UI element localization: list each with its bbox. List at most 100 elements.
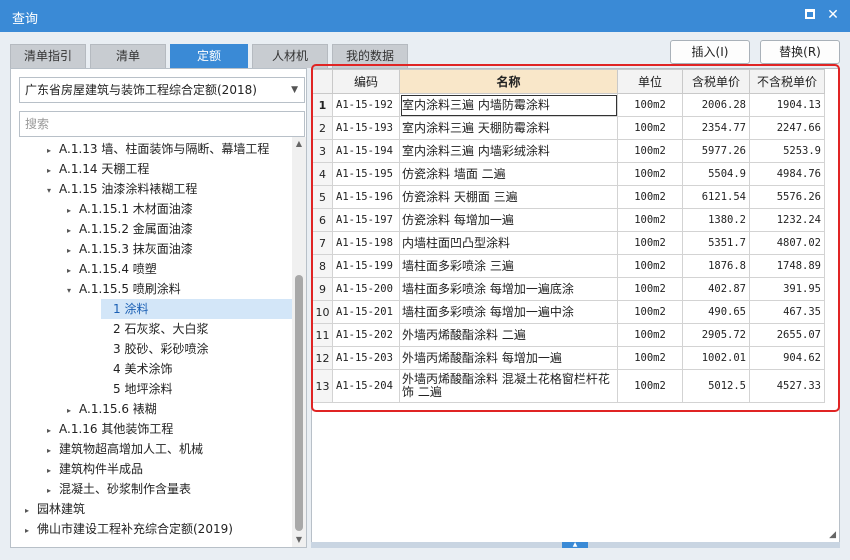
resize-grip-icon[interactable]: ◢ — [829, 530, 836, 540]
cell-unit[interactable]: 100m2 — [617, 323, 683, 347]
cell-tax-price[interactable]: 5012.5 — [682, 369, 750, 403]
cell-code[interactable]: A1-15-199 — [332, 254, 400, 278]
header-code[interactable]: 编码 — [332, 69, 400, 94]
cell-name[interactable]: 室内涂料三遍 内墙彩绒涂料 — [399, 139, 618, 163]
replace-button[interactable]: 替换(R) — [760, 40, 840, 64]
tree-node[interactable]: 3 胶砂、彩砂喷涂 — [113, 339, 208, 359]
tree-node[interactable]: ▸ A.1.15.2 金属面油漆 — [67, 219, 193, 239]
cell-notax-price[interactable]: 4807.02 — [749, 231, 825, 255]
cell-unit[interactable]: 100m2 — [617, 93, 683, 117]
table-row[interactable]: 6 A1-15-197 仿瓷涂料 每增加一遍 100m2 1380.2 1232.24 — [312, 208, 825, 232]
tree-node[interactable]: ▸ A.1.14 天棚工程 — [47, 159, 149, 179]
cell-notax-price[interactable]: 4527.33 — [749, 369, 825, 403]
tab-bill[interactable]: 清单 — [90, 44, 166, 68]
tab-bill-guide[interactable]: 清单指引 — [10, 44, 86, 68]
expand-toggle-icon[interactable]: ▸ — [47, 141, 59, 161]
cell-unit[interactable]: 100m2 — [617, 231, 683, 255]
tab-quota[interactable]: 定额 — [170, 44, 248, 68]
cell-name[interactable]: 外墙丙烯酸酯涂料 每增加一遍 — [399, 346, 618, 370]
cell-unit[interactable]: 100m2 — [617, 139, 683, 163]
panel-splitter[interactable]: ▲ — [311, 542, 840, 548]
table-row[interactable]: 4 A1-15-195 仿瓷涂料 墙面 二遍 100m2 5504.9 4984.76 — [312, 162, 825, 186]
expand-toggle-icon[interactable]: ▸ — [47, 161, 59, 181]
insert-button[interactable]: 插入(I) — [670, 40, 750, 64]
tree-node[interactable]: ▸ 佛山市建设工程补充综合定额(2019) — [25, 519, 233, 539]
expand-toggle-icon[interactable]: ▸ — [67, 221, 79, 241]
cell-unit[interactable]: 100m2 — [617, 277, 683, 301]
cell-notax-price[interactable]: 5253.9 — [749, 139, 825, 163]
tree-node[interactable]: ▸ 混凝土、砂浆制作含量表 — [47, 479, 191, 499]
tree-scrollbar[interactable]: ▲ ▼ — [292, 137, 306, 547]
cell-name[interactable]: 仿瓷涂料 每增加一遍 — [399, 208, 618, 232]
table-row[interactable]: 3 A1-15-194 室内涂料三遍 内墙彩绒涂料 100m2 5977.26 5253.… — [312, 139, 825, 163]
cell-code[interactable]: A1-15-194 — [332, 139, 400, 163]
table-row[interactable]: 2 A1-15-193 室内涂料三遍 天棚防霉涂料 100m2 2354.77 2247.… — [312, 116, 825, 140]
tree-node[interactable]: ▸ A.1.15.1 木材面油漆 — [67, 199, 193, 219]
table-row[interactable]: 7 A1-15-198 内墙柱面凹凸型涂料 100m2 5351.7 4807.02 — [312, 231, 825, 255]
cell-code[interactable]: A1-15-203 — [332, 346, 400, 370]
scrollbar-thumb[interactable] — [295, 275, 303, 531]
cell-notax-price[interactable]: 2247.66 — [749, 116, 825, 140]
tree-node[interactable]: ▸ A.1.15.4 喷塑 — [67, 259, 157, 279]
collapse-toggle-icon[interactable]: ▾ — [67, 281, 79, 301]
close-icon[interactable]: ✕ — [827, 8, 839, 22]
cell-tax-price[interactable]: 5504.9 — [682, 162, 750, 186]
cell-unit[interactable]: 100m2 — [617, 346, 683, 370]
cell-notax-price[interactable]: 5576.26 — [749, 185, 825, 209]
expand-toggle-icon[interactable]: ▸ — [47, 421, 59, 441]
cell-code[interactable]: A1-15-197 — [332, 208, 400, 232]
tree-node[interactable]: ▸ A.1.15.6 裱糊 — [67, 399, 157, 419]
cell-notax-price[interactable]: 4984.76 — [749, 162, 825, 186]
cell-tax-price[interactable]: 402.87 — [682, 277, 750, 301]
header-notax-price[interactable]: 不含税单价 — [749, 69, 825, 94]
tree-node[interactable]: ▸ 建筑构件半成品 — [47, 459, 143, 479]
cell-tax-price[interactable]: 5977.26 — [682, 139, 750, 163]
table-row[interactable]: 8 A1-15-199 墙柱面多彩喷涂 三遍 100m2 1876.8 1748.89 — [312, 254, 825, 278]
scroll-up-icon[interactable]: ▲ — [292, 137, 306, 151]
cell-notax-price[interactable]: 1748.89 — [749, 254, 825, 278]
cell-name[interactable]: 室内涂料三遍 天棚防霉涂料 — [399, 116, 618, 140]
cell-name[interactable]: 墙柱面多彩喷涂 每增加一遍中涂 — [399, 300, 618, 324]
cell-unit[interactable]: 100m2 — [617, 162, 683, 186]
chevron-up-icon[interactable]: ▲ — [562, 542, 588, 548]
expand-toggle-icon[interactable]: ▸ — [25, 501, 37, 521]
cell-code[interactable]: A1-15-192 — [332, 93, 400, 117]
expand-toggle-icon[interactable]: ▸ — [47, 441, 59, 461]
cell-unit[interactable]: 100m2 — [617, 254, 683, 278]
tree-node[interactable]: 4 美术涂饰 — [113, 359, 172, 379]
cell-notax-price[interactable]: 2655.07 — [749, 323, 825, 347]
tree-node[interactable]: 5 地坪涂料 — [113, 379, 172, 399]
cell-name[interactable]: 墙柱面多彩喷涂 三遍 — [399, 254, 618, 278]
search-input[interactable]: 搜索 — [19, 111, 305, 137]
table-row[interactable]: 5 A1-15-196 仿瓷涂料 天棚面 三遍 100m2 6121.54 5576.26 — [312, 185, 825, 209]
cell-name[interactable]: 仿瓷涂料 墙面 二遍 — [399, 162, 618, 186]
expand-toggle-icon[interactable]: ▸ — [67, 201, 79, 221]
tree-node[interactable]: ▸ 建筑物超高增加人工、机械 — [47, 439, 203, 459]
expand-toggle-icon[interactable]: ▸ — [67, 401, 79, 421]
cell-unit[interactable]: 100m2 — [617, 116, 683, 140]
cell-code[interactable]: A1-15-195 — [332, 162, 400, 186]
tree-node[interactable]: 2 石灰浆、大白浆 — [113, 319, 208, 339]
cell-name[interactable]: 室内涂料三遍 内墙防霉涂料 — [399, 93, 618, 117]
cell-unit[interactable]: 100m2 — [617, 300, 683, 324]
expand-toggle-icon[interactable]: ▸ — [67, 261, 79, 281]
cell-notax-price[interactable]: 391.95 — [749, 277, 825, 301]
expand-toggle-icon[interactable]: ▸ — [47, 481, 59, 501]
tab-my-data[interactable]: 我的数据 — [332, 44, 408, 68]
header-tax-price[interactable]: 含税单价 — [682, 69, 750, 94]
header-unit[interactable]: 单位 — [617, 69, 683, 94]
cell-name[interactable]: 墙柱面多彩喷涂 每增加一遍底涂 — [399, 277, 618, 301]
tree-node[interactable]: ▸ A.1.15.3 抹灰面油漆 — [67, 239, 193, 259]
tab-labor-material-machine[interactable]: 人材机 — [252, 44, 328, 68]
cell-unit[interactable]: 100m2 — [617, 208, 683, 232]
cell-tax-price[interactable]: 1002.01 — [682, 346, 750, 370]
table-row[interactable]: 1 A1-15-192 室内涂料三遍 内墙防霉涂料 100m2 2006.28 1904.… — [312, 93, 825, 117]
quota-library-select[interactable]: 广东省房屋建筑与装饰工程综合定额(2018) ▼ — [19, 77, 305, 103]
cell-unit[interactable]: 100m2 — [617, 369, 683, 403]
scroll-down-icon[interactable]: ▼ — [292, 533, 306, 547]
cell-notax-price[interactable]: 1904.13 — [749, 93, 825, 117]
table-row[interactable]: 11 A1-15-202 外墙丙烯酸酯涂料 二遍 100m2 2905.72 2655.0… — [312, 323, 825, 347]
tree-node-selected[interactable]: 1 涂料 — [101, 299, 292, 319]
table-row[interactable]: 9 A1-15-200 墙柱面多彩喷涂 每增加一遍底涂 100m2 402.87 391.… — [312, 277, 825, 301]
tree-node[interactable]: ▸ 园林建筑 — [25, 499, 85, 519]
